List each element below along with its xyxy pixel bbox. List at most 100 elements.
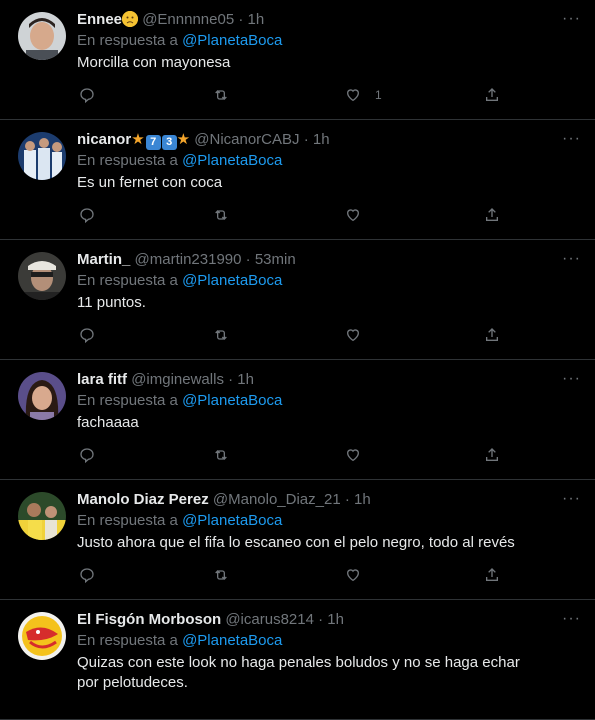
number-badge: 7 — [145, 135, 161, 150]
timestamp[interactable]: 1h — [237, 371, 254, 388]
reply-prefix: En respuesta a — [77, 32, 178, 49]
like-icon[interactable] — [345, 447, 361, 465]
share-icon[interactable] — [484, 567, 500, 585]
display-name[interactable]: nicanor — [77, 131, 131, 148]
reply-context: En respuesta a @PlanetaBoca — [77, 31, 282, 51]
reply-icon[interactable] — [79, 327, 95, 345]
avatar[interactable] — [18, 372, 66, 420]
tweet[interactable]: Ennee @Ennnnne05 · 1h ··· En respuesta a… — [0, 0, 595, 120]
tweet[interactable]: Martin_ @martin231990 · 53min ··· En res… — [0, 240, 595, 360]
tweet[interactable]: Manolo Diaz Perez @Manolo_Diaz_21 · 1h ·… — [0, 480, 595, 600]
handle[interactable]: @Manolo_Diaz_21 — [213, 491, 341, 508]
handle[interactable]: @martin231990 — [135, 251, 242, 268]
share-icon[interactable] — [484, 87, 500, 105]
handle[interactable]: @Ennnnne05 — [142, 11, 234, 28]
separator: · — [318, 611, 324, 628]
separator: · — [303, 131, 309, 148]
display-name[interactable]: Martin_ — [77, 251, 130, 268]
separator: · — [245, 251, 251, 268]
handle[interactable]: @imginewalls — [131, 371, 224, 388]
timestamp[interactable]: 1h — [327, 611, 344, 628]
handle[interactable]: @icarus8214 — [225, 611, 314, 628]
reply-icon[interactable] — [79, 207, 95, 225]
avatar[interactable] — [18, 492, 66, 540]
more-options-icon[interactable]: ··· — [562, 490, 581, 508]
mention-link[interactable]: @PlanetaBoca — [182, 632, 282, 649]
more-options-icon[interactable]: ··· — [562, 250, 581, 268]
timestamp[interactable]: 1h — [354, 491, 371, 508]
share-icon[interactable] — [484, 207, 500, 225]
reply-context: En respuesta a @PlanetaBoca — [77, 151, 282, 171]
more-options-icon[interactable]: ··· — [562, 370, 581, 388]
reply-prefix: En respuesta a — [77, 512, 178, 529]
like-count: 1 — [375, 88, 382, 102]
avatar[interactable] — [18, 12, 66, 60]
reply-icon[interactable] — [79, 87, 95, 105]
avatar[interactable] — [18, 252, 66, 300]
tweet[interactable]: nicanor★ 7 3 ★ @NicanorCABJ · 1h ··· En res… — [0, 120, 595, 240]
mention-link[interactable]: @PlanetaBoca — [182, 512, 282, 529]
reply-context: En respuesta a @PlanetaBoca — [77, 391, 282, 411]
mention-link[interactable]: @PlanetaBoca — [182, 392, 282, 409]
tweet-header: El Fisgón Morboson @icarus8214 · 1h — [77, 610, 555, 630]
reply-context: En respuesta a @PlanetaBoca — [77, 631, 282, 651]
tweet-header: nicanor★ 7 3 ★ @NicanorCABJ · 1h — [77, 130, 555, 150]
like-icon[interactable] — [345, 207, 361, 225]
tweet[interactable]: lara fitf @imginewalls · 1h ··· En respu… — [0, 360, 595, 480]
tweet-actions: 1 — [77, 87, 500, 105]
more-options-icon[interactable]: ··· — [562, 130, 581, 148]
tweet-text: fachaaaa — [77, 414, 139, 431]
tweet-text: Justo ahora que el fifa lo escaneo con e… — [77, 534, 515, 551]
reply-prefix: En respuesta a — [77, 152, 178, 169]
tweet-actions — [77, 207, 500, 225]
timestamp[interactable]: 53min — [255, 251, 296, 268]
avatar[interactable] — [18, 132, 66, 180]
retweet-icon[interactable] — [213, 447, 229, 465]
retweet-icon[interactable] — [213, 327, 229, 345]
like-icon[interactable] — [345, 87, 361, 105]
reply-icon[interactable] — [79, 567, 95, 585]
more-options-icon[interactable]: ··· — [562, 610, 581, 628]
like-icon[interactable] — [345, 327, 361, 345]
tweet-text: Es un fernet con coca — [77, 174, 223, 191]
tweet-header: Martin_ @martin231990 · 53min — [77, 250, 555, 270]
mention-link[interactable]: @PlanetaBoca — [182, 152, 282, 169]
tweet-actions — [77, 567, 500, 585]
reply-prefix: En respuesta a — [77, 392, 178, 409]
number-badge: 3 — [161, 135, 177, 150]
like-icon[interactable] — [345, 567, 361, 585]
display-name[interactable]: Ennee — [77, 11, 122, 28]
handle[interactable]: @NicanorCABJ — [194, 131, 299, 148]
more-options-icon[interactable]: ··· — [562, 10, 581, 28]
star-icon: ★ — [131, 131, 145, 148]
display-name[interactable]: Manolo Diaz Perez — [77, 491, 209, 508]
retweet-icon[interactable] — [213, 567, 229, 585]
display-name[interactable]: El Fisgón Morboson — [77, 611, 221, 628]
tweet-header: Ennee @Ennnnne05 · 1h — [77, 10, 555, 30]
separator: · — [238, 11, 244, 28]
reply-context: En respuesta a @PlanetaBoca — [77, 271, 282, 291]
avatar[interactable] — [18, 612, 66, 660]
mention-link[interactable]: @PlanetaBoca — [182, 32, 282, 49]
tweet-text: Morcilla con mayonesa — [77, 54, 231, 71]
reply-prefix: En respuesta a — [77, 632, 178, 649]
mention-link[interactable]: @PlanetaBoca — [182, 272, 282, 289]
display-name[interactable]: lara fitf — [77, 371, 127, 388]
tweet-header: Manolo Diaz Perez @Manolo_Diaz_21 · 1h — [77, 490, 555, 510]
tweet-actions — [77, 327, 500, 345]
reply-icon[interactable] — [79, 447, 95, 465]
tweet[interactable]: El Fisgón Morboson @icarus8214 · 1h ··· … — [0, 600, 595, 720]
timestamp[interactable]: 1h — [248, 11, 265, 28]
retweet-icon[interactable] — [213, 87, 229, 105]
separator: · — [344, 491, 350, 508]
worried-face-emoji-icon — [122, 11, 139, 27]
retweet-icon[interactable] — [213, 207, 229, 225]
share-icon[interactable] — [484, 447, 500, 465]
separator: · — [228, 371, 234, 388]
reply-prefix: En respuesta a — [77, 272, 178, 289]
tweet-header: lara fitf @imginewalls · 1h — [77, 370, 555, 390]
share-icon[interactable] — [484, 327, 500, 345]
reply-context: En respuesta a @PlanetaBoca — [77, 511, 282, 531]
timestamp[interactable]: 1h — [313, 131, 330, 148]
tweet-actions — [77, 447, 500, 465]
